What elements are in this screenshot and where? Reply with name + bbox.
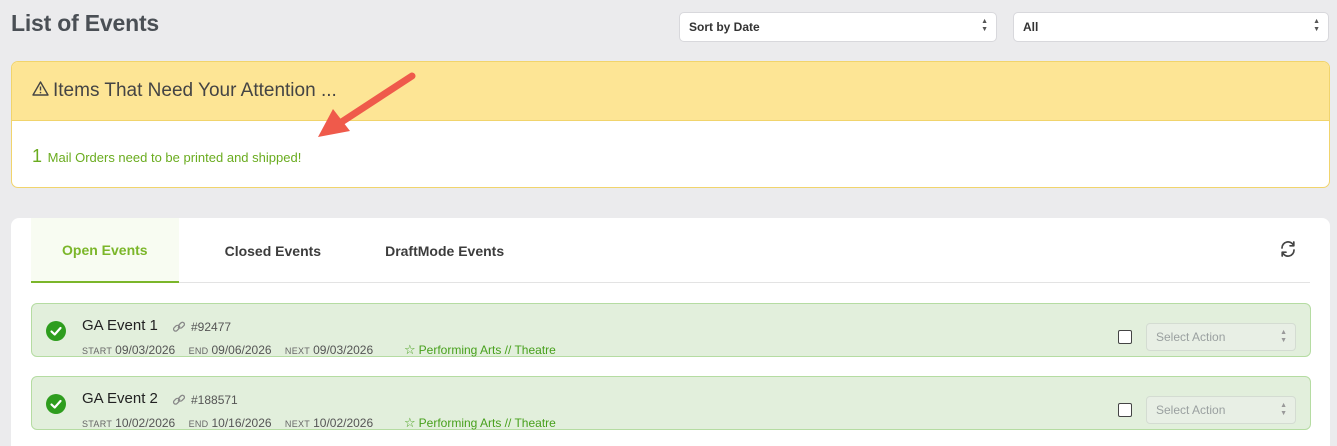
category-label: Performing Arts // Theatre — [418, 343, 556, 357]
event-select-checkbox[interactable] — [1118, 403, 1132, 417]
tab-closed-events[interactable]: Closed Events — [179, 218, 354, 283]
tab-draftmode-events[interactable]: DraftMode Events — [354, 218, 535, 283]
next-label: NEXT — [284, 419, 311, 429]
end-label: END — [188, 346, 209, 356]
select-arrows-icon: ▲ ▼ — [1313, 18, 1320, 33]
select-arrows-icon: ▲ ▼ — [1280, 402, 1287, 417]
events-panel: Open Events Closed Events DraftMode Even… — [11, 218, 1330, 446]
status-check-icon — [46, 321, 66, 341]
event-category: ☆ Performing Arts // Theatre — [404, 415, 556, 431]
select-arrows-icon: ▲ ▼ — [981, 18, 988, 33]
category-label: Performing Arts // Theatre — [418, 416, 556, 430]
select-action-placeholder: Select Action — [1156, 403, 1226, 417]
next-label: NEXT — [284, 346, 311, 356]
attention-message-link[interactable]: 1 Mail Orders need to be printed and shi… — [12, 121, 1329, 167]
page-title: List of Events — [11, 10, 160, 36]
attention-message: Mail Orders need to be printed and shipp… — [47, 150, 302, 165]
event-name[interactable]: GA Event 2 — [82, 390, 158, 407]
refresh-icon[interactable] — [1279, 240, 1297, 258]
event-dates: START 09/03/2026 END 09/06/2026 NEXT 09/03/… — [82, 343, 383, 357]
event-row[interactable]: GA Event 1 #92477 START 09/03/2026 END 09/… — [31, 303, 1311, 357]
next-date: 09/03/2026 — [313, 343, 374, 357]
attention-panel: Items That Need Your Attention ... 1 Mai… — [11, 61, 1330, 188]
end-date: 09/06/2026 — [211, 343, 272, 357]
end-date: 10/16/2026 — [211, 416, 272, 430]
event-select-checkbox[interactable] — [1118, 330, 1132, 344]
tab-open-events[interactable]: Open Events — [31, 218, 179, 283]
attention-count: 1 — [32, 146, 43, 166]
next-date: 10/02/2026 — [313, 416, 374, 430]
select-action-placeholder: Select Action — [1156, 330, 1226, 344]
event-dates: START 10/02/2026 END 10/16/2026 NEXT 10/02/… — [82, 416, 383, 430]
filter-select[interactable]: All ▲ ▼ — [1013, 12, 1329, 42]
select-action-dropdown[interactable]: Select Action ▲ ▼ — [1146, 323, 1296, 351]
end-label: END — [188, 419, 209, 429]
star-icon[interactable]: ☆ — [404, 342, 416, 357]
link-icon[interactable] — [172, 393, 186, 407]
link-icon[interactable] — [172, 320, 186, 334]
warning-icon — [32, 81, 49, 101]
event-row[interactable]: GA Event 2 #188571 START 10/02/2026 END 10… — [31, 376, 1311, 430]
start-label: START — [82, 346, 113, 356]
event-id: #92477 — [191, 320, 232, 334]
sort-select[interactable]: Sort by Date ▲ ▼ — [679, 12, 997, 42]
start-date: 09/03/2026 — [115, 343, 176, 357]
sort-select-value: Sort by Date — [689, 20, 760, 34]
start-date: 10/02/2026 — [115, 416, 176, 430]
select-action-dropdown[interactable]: Select Action ▲ ▼ — [1146, 396, 1296, 424]
status-check-icon — [46, 394, 66, 414]
star-icon[interactable]: ☆ — [404, 415, 416, 430]
event-tabs: Open Events Closed Events DraftMode Even… — [31, 218, 1310, 283]
event-name[interactable]: GA Event 1 — [82, 317, 158, 334]
event-id: #188571 — [191, 393, 238, 407]
select-arrows-icon: ▲ ▼ — [1280, 329, 1287, 344]
attention-title: Items That Need Your Attention ... — [53, 80, 337, 101]
event-category: ☆ Performing Arts // Theatre — [404, 342, 556, 358]
filter-select-value: All — [1023, 20, 1039, 34]
attention-header: Items That Need Your Attention ... — [12, 62, 1329, 121]
start-label: START — [82, 419, 113, 429]
